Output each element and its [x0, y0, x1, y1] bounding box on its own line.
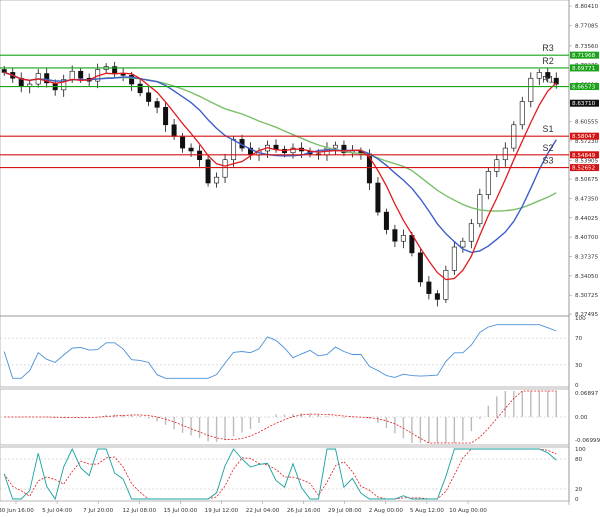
level-label-r2: R2 [542, 56, 554, 66]
candle-body [426, 281, 432, 294]
candle-body [392, 229, 398, 242]
candle-body [1, 69, 7, 73]
candle-body [171, 124, 177, 137]
time-tick-label: 19 Jul 12:00 [205, 508, 239, 514]
stochastic-tick-label: 20 [575, 487, 583, 493]
candle-body [69, 70, 75, 80]
candle-body [78, 70, 84, 79]
candle-body [468, 223, 474, 242]
time-tick-label: 15 Jul 00:00 [164, 508, 198, 514]
candle-body [180, 136, 186, 149]
candle-body [188, 147, 194, 152]
candle-body [163, 107, 169, 126]
price-tick-label: 8.30725 [575, 293, 599, 299]
time-tick-label: 29 Jul 08:00 [328, 508, 362, 514]
macd-tick-label: -0.06999 [575, 438, 600, 444]
time-tick-label: 10 Aug 00:00 [449, 508, 487, 514]
candle-body [137, 83, 143, 94]
macd-tick-label: 0.00 [575, 415, 588, 421]
level-label-s3: S3 [542, 156, 553, 166]
candle-body [460, 240, 466, 248]
candle-body [400, 235, 406, 242]
candle-body [205, 159, 211, 184]
level-label-r1: R1 [542, 75, 554, 85]
price-tick-label: 8.37375 [575, 254, 599, 260]
candle-body [528, 77, 534, 102]
indicator-pane-frame-1 [0, 315, 570, 388]
time-tick-label: 2 Aug 00:00 [369, 508, 404, 514]
rsi-line [3, 324, 557, 379]
candle-body [197, 150, 203, 161]
time-tick-label: 22 Jul 04:00 [246, 508, 280, 514]
level-price-tag-text: 8.66573 [572, 85, 596, 91]
candle-body [451, 246, 457, 271]
price-tick-label: 8.53905 [575, 158, 599, 164]
candle-body [273, 144, 279, 150]
stochastic-tick-label: 80 [575, 457, 583, 463]
indicator-pane-frame-3 [0, 446, 570, 502]
candle-body [146, 92, 152, 102]
rsi-tick-label: 0 [575, 383, 579, 389]
price-tick-label: 8.40700 [575, 235, 599, 241]
candle-body [443, 270, 449, 300]
candle-body [434, 293, 440, 300]
level-price-tag-text: 8.52652 [572, 166, 595, 172]
candle-body [485, 171, 491, 195]
candle-body [154, 101, 160, 108]
candle-body [214, 176, 220, 184]
price-tick-label: 8.34050 [575, 274, 599, 280]
price-tick-label: 8.47350 [575, 196, 599, 202]
rsi-tick-label: 100 [575, 316, 586, 322]
time-tick-label: 30 Jun 16:00 [0, 508, 34, 514]
level-price-tag-text: 8.58047 [572, 134, 596, 140]
time-tick-label: 26 Jul 16:00 [287, 508, 321, 514]
current-price-tag-text: 8.63710 [572, 101, 596, 107]
stochastic-tick-label: 0 [575, 497, 579, 503]
price-tick-label: 8.60555 [575, 120, 599, 126]
time-tick-label: 7 Jul 20:00 [83, 508, 113, 514]
candle-body [417, 252, 423, 283]
price-tick-label: 8.50675 [575, 177, 599, 183]
trading-chart: 8.804108.770858.735608.702358.669108.638… [0, 0, 600, 517]
candle-body [332, 144, 338, 149]
level-label-r3: R3 [542, 43, 554, 53]
candle-body [409, 235, 415, 254]
candle-body [231, 139, 237, 161]
candle-body [494, 159, 500, 172]
price-tick-label: 8.80410 [575, 4, 599, 10]
candle-body [375, 182, 381, 213]
candle-body [519, 101, 525, 126]
time-tick-label: 5 Aug 12:00 [410, 508, 445, 514]
time-tick-label: 5 Jul 04:00 [42, 508, 72, 514]
moving-average-slow [3, 71, 557, 212]
candle-body [502, 147, 508, 161]
time-tick-label: 12 Jul 08:00 [122, 508, 156, 514]
level-label-s1: S1 [542, 124, 553, 134]
moving-average-fast [3, 71, 557, 281]
price-tick-label: 8.44025 [575, 216, 599, 222]
main-pane-frame [0, 0, 570, 317]
price-tick-label: 8.77085 [575, 23, 599, 29]
macd-tick-label: 0.06897 [575, 391, 599, 397]
rsi-tick-label: 70 [575, 336, 583, 342]
stochastic-k-line [3, 447, 557, 501]
candle-body [383, 211, 389, 230]
stochastic-tick-label: 100 [575, 447, 586, 453]
level-price-tag-text: 8.71968 [572, 53, 596, 59]
chart-canvas: 8.804108.770858.735608.702358.669108.638… [0, 0, 600, 514]
price-tick-label: 8.73560 [575, 44, 599, 50]
candle-body [536, 72, 542, 79]
candle-body [222, 159, 228, 178]
level-price-tag-text: 8.69771 [572, 66, 596, 72]
rsi-tick-label: 30 [575, 363, 583, 369]
level-price-tag-text: 8.54849 [572, 153, 596, 159]
level-label-s2: S2 [542, 143, 553, 153]
